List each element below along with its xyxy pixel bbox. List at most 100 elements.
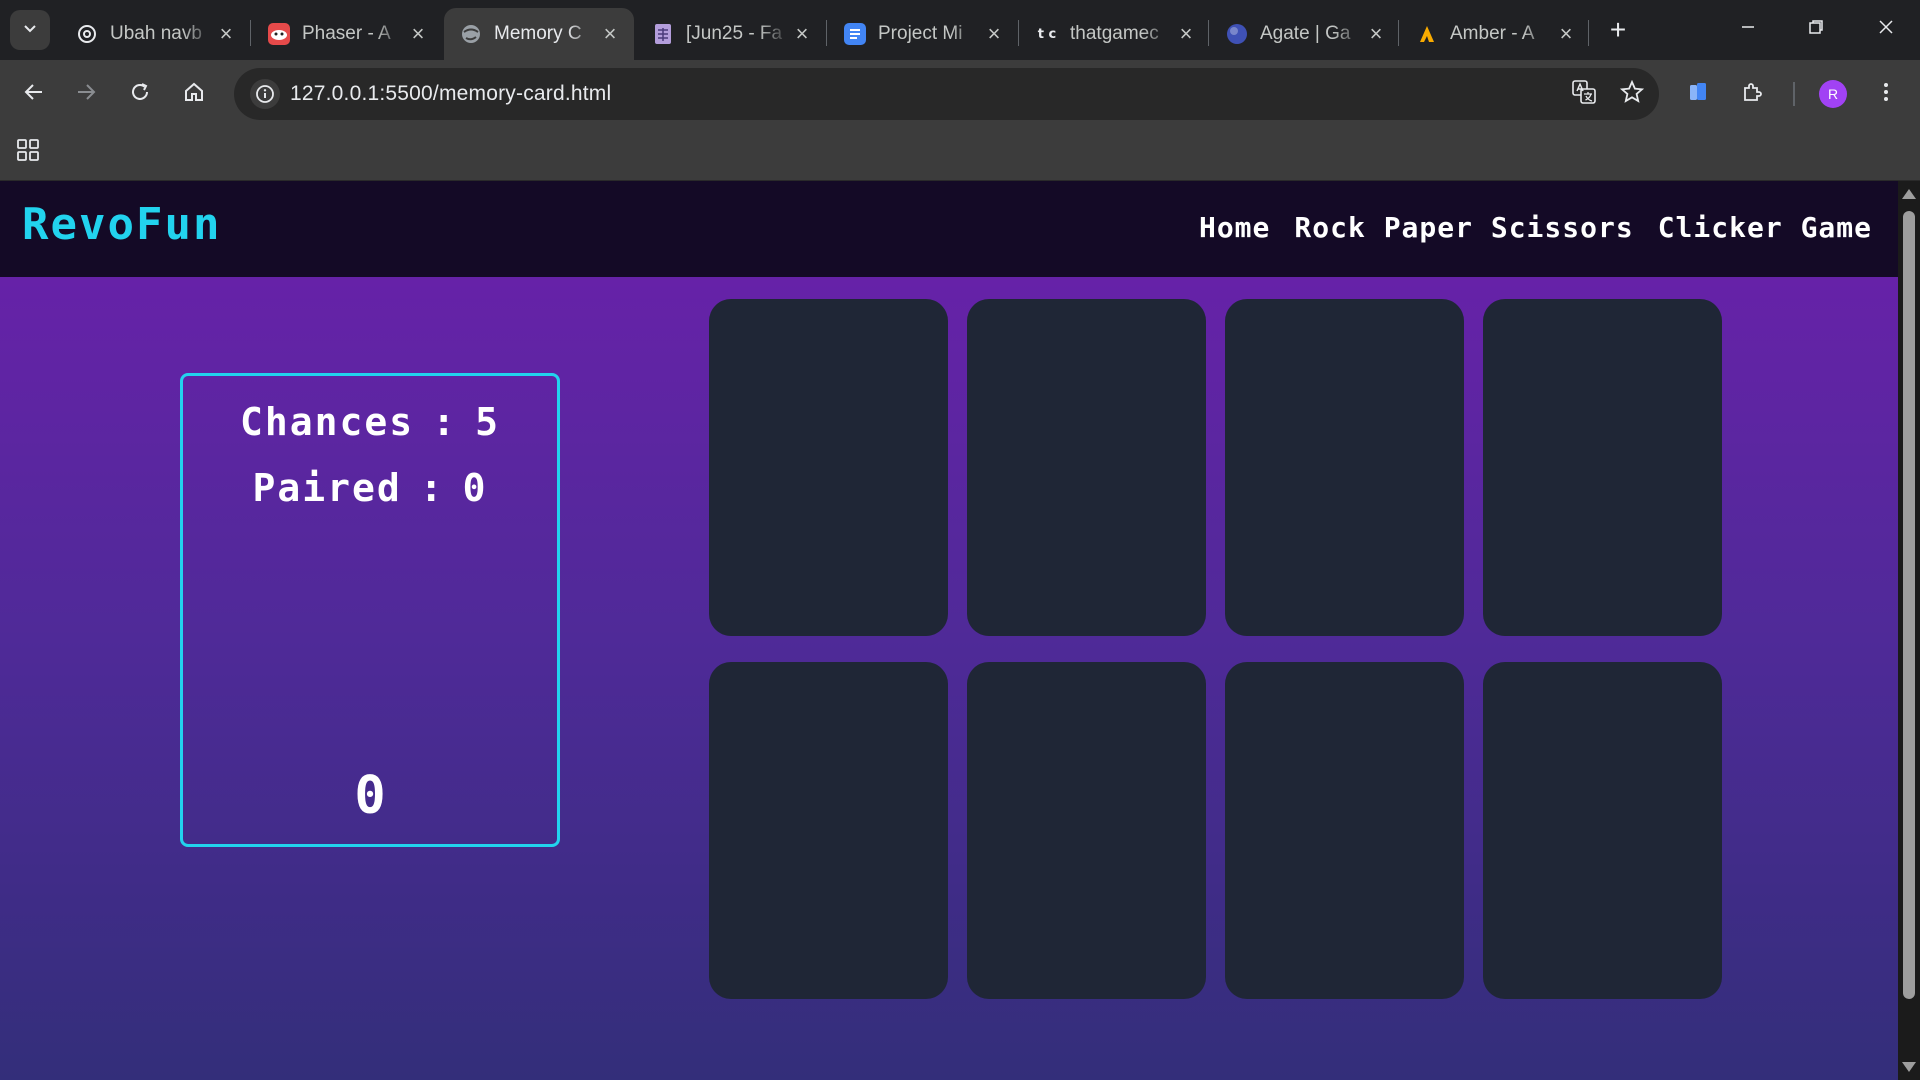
tc-icon: t c [1037, 26, 1057, 42]
close-icon[interactable]: × [982, 21, 1006, 47]
tab-title: Phaser - A [302, 23, 391, 44]
forward-button[interactable] [66, 74, 106, 114]
tab-memory-card[interactable]: Memory C × [444, 8, 634, 60]
tab-jun25-sheet[interactable]: [Jun25 - Fa × [636, 8, 826, 60]
memory-card[interactable] [967, 299, 1206, 636]
menu-button[interactable] [1866, 74, 1906, 114]
tab-project-mi[interactable]: Project Mi × [828, 8, 1018, 60]
site-header: RevoFun Home Rock Paper Scissors Clicker… [0, 181, 1898, 277]
tab-title: Ubah navb [110, 23, 202, 44]
home-button[interactable] [174, 74, 214, 114]
tab-search-button[interactable] [10, 10, 50, 50]
tab-divider [1398, 20, 1399, 46]
sheet-icon [652, 23, 674, 45]
card-grid [709, 299, 1722, 999]
separator: : [432, 400, 458, 444]
kebab-menu-icon [1883, 81, 1889, 108]
close-icon[interactable]: × [1174, 21, 1198, 47]
chances-value: 5 [475, 400, 500, 444]
restore-icon [1808, 15, 1824, 41]
page-viewport: RevoFun Home Rock Paper Scissors Clicker… [0, 181, 1898, 1080]
home-icon [183, 81, 205, 108]
docs-icon [844, 23, 866, 45]
tab-divider [1018, 20, 1019, 46]
memory-card[interactable] [709, 662, 948, 999]
tab-divider [250, 20, 251, 46]
amber-icon [1416, 23, 1438, 45]
tab-title: Agate | Ga [1260, 23, 1351, 44]
toolbar-divider [1793, 82, 1795, 106]
scroll-up-icon[interactable] [1902, 189, 1916, 199]
tab-divider [1588, 20, 1589, 46]
apps-grid-icon[interactable] [16, 138, 46, 168]
main-nav: Home Rock Paper Scissors Clicker Game [1199, 211, 1872, 244]
tab-strip: Ubah navb × Phaser - A × Memory C × [Jun… [0, 0, 1920, 60]
translate-icon [1571, 79, 1597, 110]
page-scrollbar[interactable] [1898, 181, 1920, 1080]
phaser-icon [268, 23, 290, 45]
nav-link-rock-paper-scissors[interactable]: Rock Paper Scissors [1294, 211, 1633, 244]
reading-list-button[interactable] [1678, 74, 1718, 114]
nav-link-clicker-game[interactable]: Clicker Game [1658, 211, 1872, 244]
close-icon[interactable]: × [598, 21, 622, 47]
arrow-left-icon [23, 81, 45, 108]
arrow-right-icon [75, 81, 97, 108]
tab-title: [Jun25 - Fa [686, 23, 783, 44]
paired-stat: Paired:0 [183, 466, 557, 510]
tab-divider [1208, 20, 1209, 46]
minimize-button[interactable] [1718, 6, 1778, 50]
bookmark-star-button[interactable] [1616, 78, 1648, 110]
tab-amber[interactable]: Amber - A × [1400, 8, 1590, 60]
memory-card[interactable] [967, 662, 1206, 999]
close-window-button[interactable] [1856, 6, 1916, 50]
restore-button[interactable] [1786, 6, 1846, 50]
nav-link-home[interactable]: Home [1199, 211, 1270, 244]
chances-label: Chances [240, 400, 415, 444]
profile-button[interactable]: R [1813, 74, 1853, 114]
stats-panel: Chances:5 Paired:0 0 [180, 373, 560, 847]
memory-card[interactable] [1483, 662, 1722, 999]
timer-display: 0 [354, 766, 386, 826]
star-icon [1619, 79, 1645, 109]
memory-card[interactable] [1483, 299, 1722, 636]
memory-card[interactable] [1225, 662, 1464, 999]
paired-label: Paired [252, 466, 402, 510]
browser-toolbar: 127.0.0.1:5500/memory-card.html R [0, 60, 1920, 128]
url-text[interactable]: 127.0.0.1:5500/memory-card.html [290, 82, 611, 106]
tab-title: thatgamec [1070, 23, 1159, 44]
back-button[interactable] [14, 74, 54, 114]
memory-card[interactable] [1225, 299, 1464, 636]
tab-agate[interactable]: Agate | Ga × [1210, 8, 1400, 60]
close-icon[interactable]: × [406, 21, 430, 47]
close-icon[interactable]: × [1364, 21, 1388, 47]
memory-card[interactable] [709, 299, 948, 636]
avatar: R [1819, 80, 1847, 108]
new-tab-button[interactable]: + [1600, 12, 1636, 48]
close-icon[interactable]: × [214, 21, 238, 47]
tab-title: Project Mi [878, 23, 963, 44]
reload-button[interactable] [120, 74, 160, 114]
address-bar[interactable]: 127.0.0.1:5500/memory-card.html [234, 68, 1659, 120]
paired-value: 0 [462, 466, 488, 510]
site-logo[interactable]: RevoFun [22, 199, 221, 250]
bookmarks-bar [0, 128, 1920, 181]
close-icon [1878, 15, 1894, 41]
site-info-icon[interactable] [250, 79, 280, 109]
globe-icon [460, 23, 482, 45]
translate-button[interactable] [1568, 78, 1600, 110]
tab-thatgamecompany[interactable]: t c thatgamec × [1020, 8, 1210, 60]
puzzle-icon [1741, 80, 1765, 109]
tab-title: Memory C [494, 23, 582, 44]
chevron-down-icon [22, 20, 38, 41]
scroll-down-icon[interactable] [1902, 1062, 1916, 1072]
tab-title: Amber - A [1450, 23, 1535, 44]
extensions-button[interactable] [1733, 74, 1773, 114]
close-icon[interactable]: × [1554, 21, 1578, 47]
plus-icon: + [1609, 14, 1627, 45]
close-icon[interactable]: × [790, 21, 814, 47]
tab-ubah-navbar[interactable]: Ubah navb × [60, 8, 250, 60]
minimize-icon [1740, 15, 1756, 41]
tab-phaser[interactable]: Phaser - A × [252, 8, 442, 60]
scroll-thumb[interactable] [1903, 211, 1915, 999]
game-area: Chances:5 Paired:0 0 [0, 277, 1898, 1080]
